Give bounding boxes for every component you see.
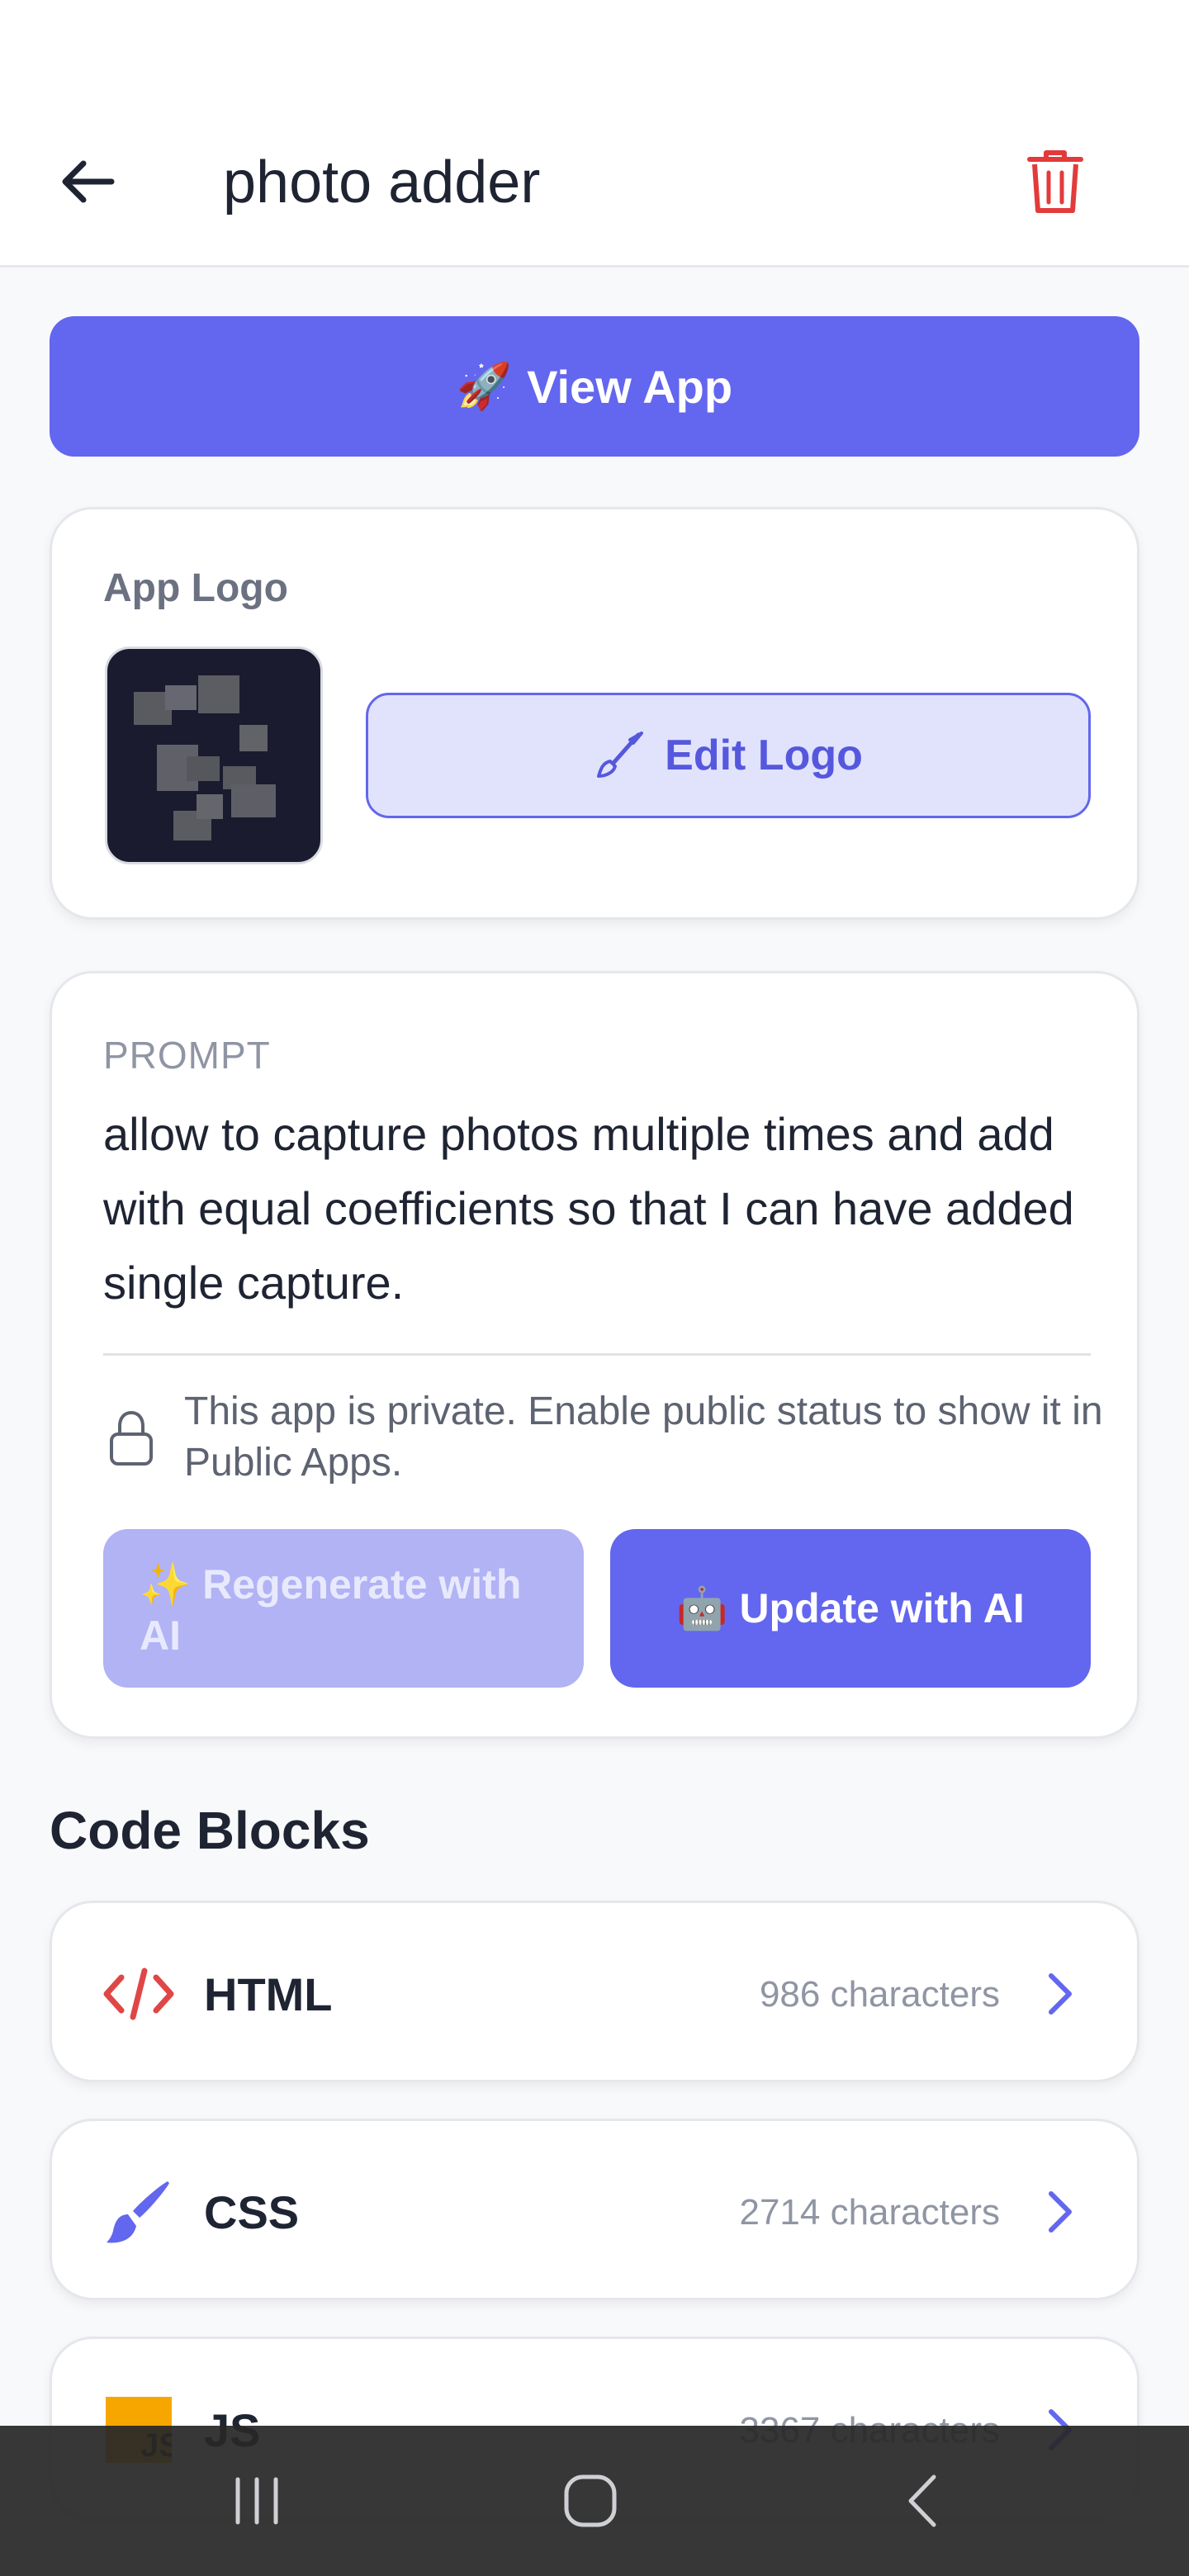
system-back-button[interactable] [879,2455,969,2546]
divider [103,1353,1091,1356]
back-chevron-icon [908,2474,936,2527]
arrow-left-icon [62,160,115,203]
page-title: photo adder [223,149,541,215]
rocket-icon: 🚀 [456,361,513,411]
regenerate-with-ai-button[interactable]: ✨ Regenerate with AI [103,1529,584,1688]
chevron-right-icon [1049,1973,1072,2015]
home-button[interactable] [545,2455,636,2546]
chevron-right-icon [1049,2191,1072,2233]
code-block-count: 986 characters [759,1974,1000,2015]
prompt-label: PROMPT [103,1034,271,1077]
photo-stack-logo [134,675,276,841]
update-with-ai-button[interactable]: 🤖 Update with AI [610,1529,1091,1688]
code-block-name: HTML [204,1968,333,2020]
recents-button[interactable] [211,2455,302,2546]
regenerate-label: Regenerate with AI [140,1561,522,1659]
sparkles-icon: ✨ [140,1561,192,1608]
app-logo-label: App Logo [103,566,288,610]
private-status-note: This app is private. Enable public statu… [184,1390,1103,1485]
code-block-html[interactable]: HTML 986 characters [50,1901,1139,2082]
home-icon [564,2474,617,2527]
delete-button[interactable] [1012,139,1098,225]
robot-icon: 🤖 [676,1584,728,1631]
code-block-name: CSS [204,2186,300,2238]
prompt-card: PROMPT allow to capture photos multiple … [50,971,1139,1739]
view-app-button[interactable]: 🚀 View App [50,316,1139,457]
brush-icon [597,732,644,778]
app-logo-image [105,646,323,864]
system-nav-bar [0,2426,1189,2576]
code-icon [102,1961,176,2027]
app-header: photo adder [0,0,1189,268]
code-block-css[interactable]: CSS 2714 characters [50,2119,1139,2300]
recents-icon [235,2477,278,2525]
trash-icon [1027,150,1083,213]
view-app-label: View App [527,360,733,413]
code-blocks-title: Code Blocks [50,1801,370,1860]
edit-logo-button[interactable]: Edit Logo [366,693,1091,818]
edit-logo-label: Edit Logo [665,732,863,779]
update-label: Update with AI [739,1585,1025,1631]
lock-icon [110,1410,153,1466]
prompt-text: allow to capture photos multiple times a… [103,1108,1074,1309]
back-button[interactable] [46,140,129,223]
code-block-count: 2714 characters [739,2192,1000,2233]
app-logo-card: App Logo Edit Logo [50,507,1139,920]
paintbrush-icon [102,2179,176,2245]
